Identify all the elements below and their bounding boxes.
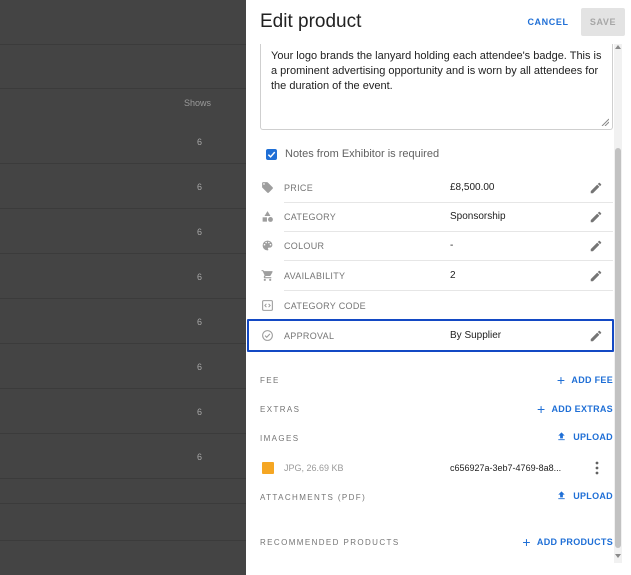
backdrop-cell: 6 bbox=[197, 452, 203, 462]
cancel-button[interactable]: CANCEL bbox=[524, 10, 572, 34]
extras-section: EXTRAS + ADD EXTRAS bbox=[260, 400, 613, 420]
property-label: AVAILABILITY bbox=[284, 271, 346, 281]
property-value: - bbox=[450, 240, 454, 251]
backdrop-divider bbox=[0, 44, 246, 45]
property-value: By Supplier bbox=[450, 330, 502, 341]
category-icon bbox=[260, 209, 275, 224]
add-extras-button[interactable]: + ADD EXTRAS bbox=[537, 402, 613, 416]
plus-icon: + bbox=[537, 401, 546, 417]
row-divider bbox=[284, 260, 613, 261]
backdrop-row: 6 bbox=[0, 254, 246, 299]
image-file-name: c656927a-3eb7-4769-8a8... bbox=[450, 463, 562, 473]
section-label: RECOMMENDED PRODUCTS bbox=[260, 538, 400, 547]
edit-product-panel: Edit product CANCEL SAVE Your logo brand… bbox=[246, 0, 631, 575]
backdrop-column-header: Shows bbox=[184, 98, 212, 108]
backdrop-divider bbox=[0, 88, 246, 89]
plus-icon: + bbox=[522, 534, 531, 550]
property-label: CATEGORY bbox=[284, 212, 337, 222]
property-row-category-code: CATEGORY CODE bbox=[260, 292, 613, 321]
more-vert-icon[interactable] bbox=[591, 460, 603, 476]
backdrop-cell: 6 bbox=[197, 272, 203, 282]
recommended-products-section: RECOMMENDED PRODUCTS + ADD PRODUCTS bbox=[260, 533, 613, 553]
property-row-category: CATEGORY Sponsorship bbox=[260, 203, 613, 232]
scroll-down-arrow-icon[interactable] bbox=[615, 553, 621, 559]
check-icon bbox=[267, 151, 276, 158]
fee-section: FEE + ADD FEE bbox=[260, 371, 613, 391]
plus-icon: + bbox=[556, 372, 566, 388]
resize-grip-icon[interactable] bbox=[601, 118, 609, 126]
property-row-price: PRICE £8,500.00 bbox=[260, 174, 613, 203]
backdrop-row: 6 bbox=[0, 434, 246, 479]
property-label: APPROVAL bbox=[284, 331, 335, 341]
upload-icon bbox=[558, 432, 565, 441]
backdrop-row: 6 bbox=[0, 164, 246, 209]
property-value: £8,500.00 bbox=[450, 182, 495, 193]
notes-required-checkbox-row[interactable]: Notes from Exhibitor is required bbox=[266, 146, 439, 162]
panel-title: Edit product bbox=[260, 11, 362, 32]
image-file-icon bbox=[262, 462, 274, 474]
attachments-section: ATTACHMENTS (PDF) UPLOAD bbox=[260, 488, 613, 508]
upload-attachment-button[interactable]: UPLOAD bbox=[556, 490, 613, 501]
section-label: EXTRAS bbox=[260, 405, 301, 414]
edit-pencil-icon[interactable] bbox=[589, 329, 603, 343]
add-products-button[interactable]: + ADD PRODUCTS bbox=[522, 535, 613, 549]
action-label: UPLOAD bbox=[573, 431, 613, 442]
property-label: PRICE bbox=[284, 183, 314, 193]
cart-icon bbox=[260, 268, 275, 283]
notes-required-label: Notes from Exhibitor is required bbox=[285, 148, 440, 160]
palette-icon bbox=[260, 238, 275, 253]
property-label: CATEGORY CODE bbox=[284, 301, 366, 311]
images-section: IMAGES UPLOAD bbox=[260, 429, 613, 449]
row-divider bbox=[284, 290, 613, 291]
backdrop-cell: 6 bbox=[197, 362, 203, 372]
description-text: Your logo brands the lanyard holding eac… bbox=[271, 50, 602, 92]
backdrop-row: 6 bbox=[0, 119, 246, 164]
action-label: ADD FEE bbox=[571, 375, 613, 385]
edit-pencil-icon[interactable] bbox=[589, 181, 603, 195]
upload-image-button[interactable]: UPLOAD bbox=[556, 431, 613, 442]
code-icon bbox=[260, 298, 275, 313]
image-file-row: JPG, 26.69 KB c656927a-3eb7-4769-8a8... bbox=[260, 458, 613, 480]
backdrop-divider bbox=[0, 503, 246, 504]
save-button[interactable]: SAVE bbox=[581, 8, 625, 36]
action-label: ADD EXTRAS bbox=[551, 404, 613, 414]
property-value: 2 bbox=[450, 270, 456, 281]
property-label: COLOUR bbox=[284, 241, 325, 251]
property-row-colour: COLOUR - bbox=[260, 232, 613, 261]
scrollbar-thumb[interactable] bbox=[615, 148, 621, 548]
image-file-meta: JPG, 26.69 KB bbox=[284, 463, 344, 473]
backdrop-overlay[interactable]: Shows 6 6 6 6 6 6 6 6 bbox=[0, 0, 246, 575]
backdrop-cell: 6 bbox=[197, 317, 203, 327]
action-label: ADD PRODUCTS bbox=[536, 537, 613, 547]
section-label: IMAGES bbox=[260, 434, 300, 443]
scroll-up-arrow-icon[interactable] bbox=[615, 44, 621, 50]
backdrop-cell: 6 bbox=[197, 182, 203, 192]
backdrop-row: 6 bbox=[0, 344, 246, 389]
backdrop-cell: 6 bbox=[197, 227, 203, 237]
edit-pencil-icon[interactable] bbox=[589, 210, 603, 224]
backdrop-row: 6 bbox=[0, 299, 246, 344]
backdrop-divider bbox=[0, 540, 246, 541]
add-fee-button[interactable]: + ADD FEE bbox=[557, 373, 613, 387]
backdrop-row: 6 bbox=[0, 389, 246, 434]
tag-icon bbox=[260, 180, 275, 195]
section-label: ATTACHMENTS (PDF) bbox=[260, 493, 367, 502]
notes-required-checkbox[interactable] bbox=[266, 148, 277, 160]
description-textarea[interactable]: Your logo brands the lanyard holding eac… bbox=[260, 44, 613, 130]
backdrop-cell: 6 bbox=[197, 407, 203, 417]
property-value: Sponsorship bbox=[450, 211, 506, 222]
section-label: FEE bbox=[260, 376, 280, 385]
edit-pencil-icon[interactable] bbox=[589, 269, 603, 283]
check-circle-icon bbox=[260, 328, 275, 343]
property-row-approval: APPROVAL By Supplier bbox=[260, 322, 613, 351]
backdrop-row: 6 bbox=[0, 209, 246, 254]
backdrop-cell: 6 bbox=[197, 137, 203, 147]
property-row-availability: AVAILABILITY 2 bbox=[260, 262, 613, 291]
action-label: UPLOAD bbox=[573, 490, 613, 501]
edit-pencil-icon[interactable] bbox=[589, 239, 603, 253]
upload-icon bbox=[558, 491, 565, 500]
